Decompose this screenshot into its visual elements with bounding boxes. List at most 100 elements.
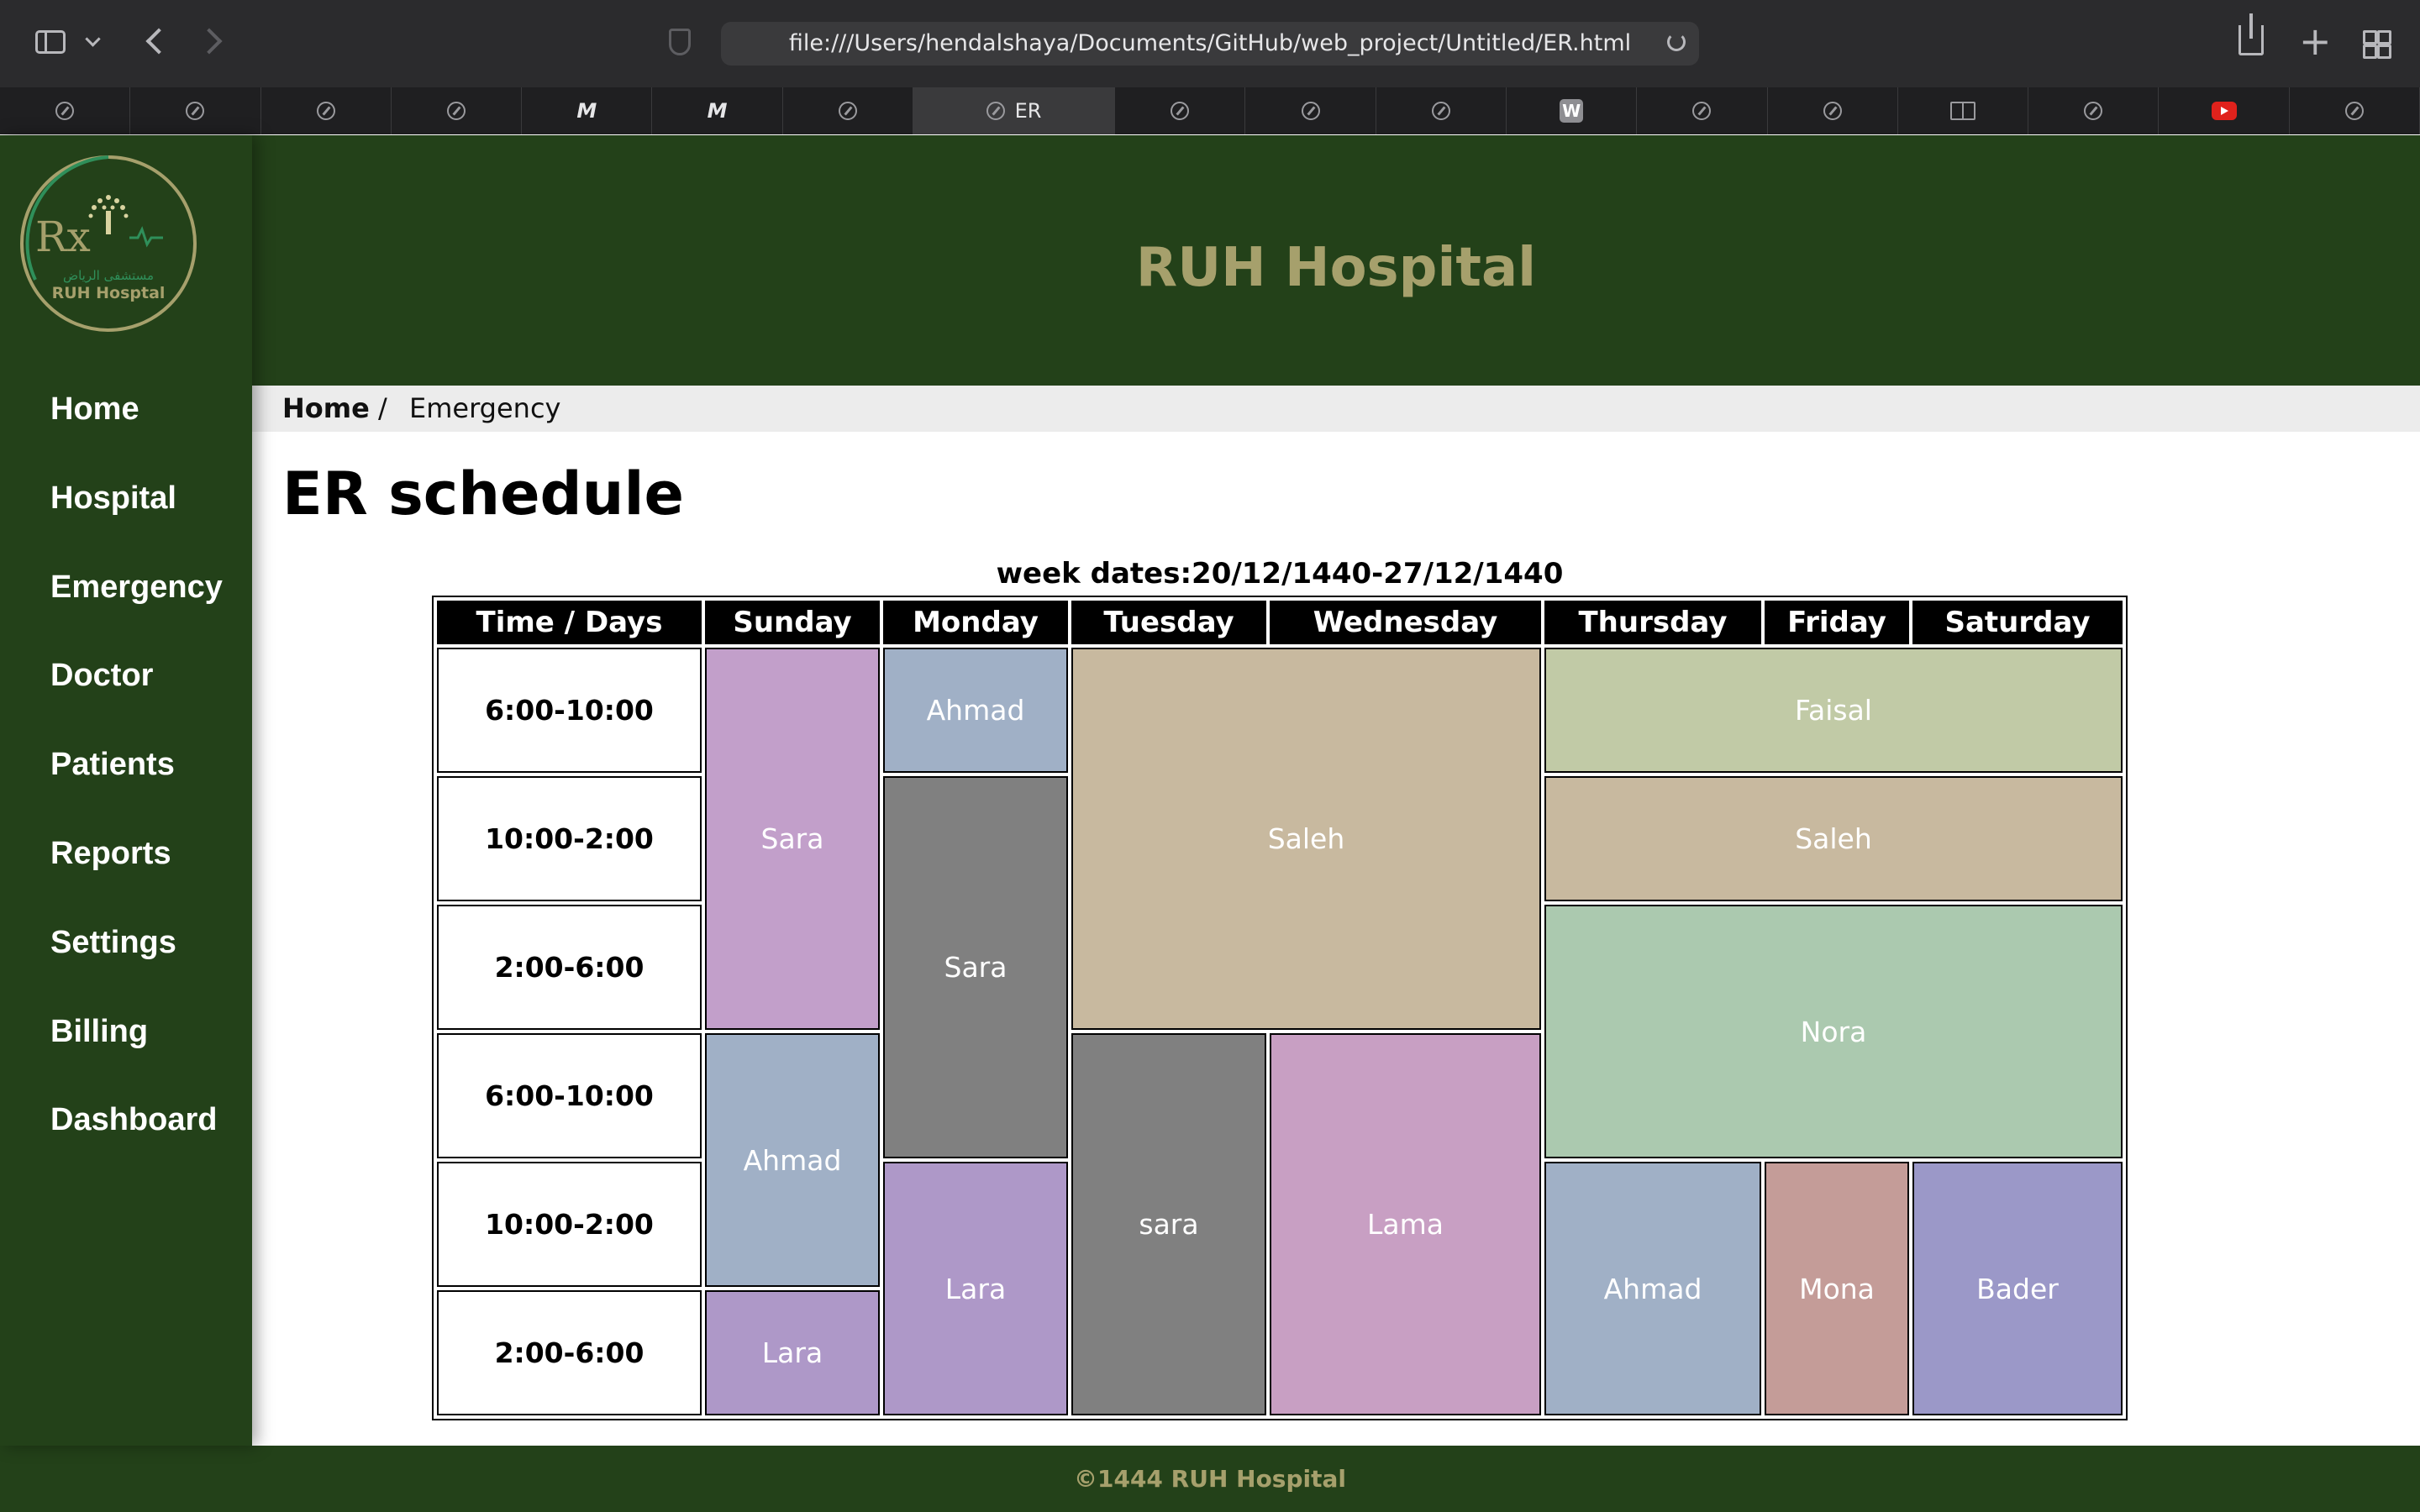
shift-cell: Sara bbox=[883, 776, 1068, 1158]
shift-cell: Nora bbox=[1544, 905, 2123, 1158]
browser-tab-active[interactable]: ER bbox=[913, 87, 1116, 134]
compass-icon bbox=[316, 102, 335, 120]
sidebar-item-settings[interactable]: Settings bbox=[50, 922, 176, 963]
page-footer: ©1444 RUH Hospital bbox=[0, 1446, 2420, 1512]
address-url[interactable]: file:///Users/hendalshaya/Documents/GitH… bbox=[789, 30, 1631, 56]
shift-cell: Lara bbox=[705, 1290, 880, 1415]
sidebar-item-dashboard[interactable]: Dashboard bbox=[50, 1100, 217, 1140]
logo-arabic-text: مستشفى الرياض bbox=[63, 268, 154, 283]
breadcrumb-current: Emergency bbox=[409, 392, 561, 424]
compass-icon bbox=[838, 102, 857, 120]
medium-icon: M bbox=[576, 99, 597, 123]
table-header-row: Time / Days Sunday Monday Tuesday Wednes… bbox=[437, 601, 2123, 644]
shift-cell: Bader bbox=[1912, 1162, 2123, 1415]
page-header: RUH Hospital bbox=[252, 135, 2420, 386]
shift-cell: Ahmad bbox=[705, 1033, 880, 1287]
compass-icon bbox=[446, 102, 466, 120]
sidebar-item-home[interactable]: Home bbox=[50, 389, 139, 429]
forward-arrow-icon[interactable] bbox=[196, 28, 223, 55]
compass-icon bbox=[55, 102, 75, 120]
sidebar: Rx مستشفى الرياض RUH Hosptal Home Hospit… bbox=[0, 135, 252, 1446]
shift-cell: Ahmad bbox=[1544, 1162, 1761, 1415]
w-icon: W bbox=[1560, 99, 1584, 123]
new-tab-plus-icon[interactable]: + bbox=[2299, 22, 2332, 60]
compass-icon bbox=[2084, 102, 2103, 120]
browser-tab[interactable] bbox=[392, 87, 523, 134]
youtube-icon bbox=[2211, 102, 2237, 120]
breadcrumb-home-link[interactable]: Home bbox=[282, 386, 370, 432]
compass-icon bbox=[1301, 102, 1320, 120]
chevron-down-icon[interactable] bbox=[85, 31, 101, 47]
browser-tab[interactable] bbox=[261, 87, 392, 134]
time-cell: 6:00-10:00 bbox=[437, 1033, 702, 1158]
logo-mark: Rx bbox=[35, 213, 91, 261]
browser-tab[interactable] bbox=[130, 87, 261, 134]
shift-cell: sara bbox=[1071, 1033, 1266, 1415]
sidebar-toggle-icon[interactable] bbox=[35, 30, 66, 54]
browser-tab[interactable]: W bbox=[1507, 87, 1638, 134]
footer-text: ©1444 RUH Hospital bbox=[1073, 1465, 1346, 1493]
shift-cell: Mona bbox=[1765, 1162, 1909, 1415]
compass-icon bbox=[186, 102, 205, 120]
logo-brand-text: RUH Hosptal bbox=[52, 284, 166, 302]
time-cell: 6:00-10:00 bbox=[437, 648, 702, 773]
time-cell: 2:00-6:00 bbox=[437, 1290, 702, 1415]
compass-icon bbox=[1823, 102, 1842, 120]
back-arrow-icon[interactable] bbox=[145, 28, 172, 55]
er-schedule-table: Time / Days Sunday Monday Tuesday Wednes… bbox=[432, 596, 2128, 1420]
book-icon bbox=[1949, 102, 1975, 120]
browser-toolbar: file:///Users/hendalshaya/Documents/GitH… bbox=[0, 0, 2420, 88]
shift-cell: Saleh bbox=[1071, 648, 1541, 1030]
browser-tab[interactable] bbox=[2290, 87, 2420, 134]
browser-tab[interactable] bbox=[783, 87, 913, 134]
column-header: Sunday bbox=[705, 601, 880, 644]
column-header: Time / Days bbox=[437, 601, 702, 644]
browser-tab[interactable] bbox=[1898, 87, 2029, 134]
reload-icon[interactable] bbox=[1667, 33, 1686, 51]
shift-cell: Lara bbox=[883, 1162, 1068, 1415]
time-cell: 10:00-2:00 bbox=[437, 776, 702, 901]
sidebar-item-doctor[interactable]: Doctor bbox=[50, 655, 153, 696]
time-cell: 10:00-2:00 bbox=[437, 1162, 702, 1287]
sidebar-item-patients[interactable]: Patients bbox=[50, 744, 175, 785]
tab-overview-icon[interactable] bbox=[2363, 30, 2391, 59]
sidebar-item-billing[interactable]: Billing bbox=[50, 1011, 148, 1052]
browser-tab[interactable] bbox=[1115, 87, 1246, 134]
column-header: Wednesday bbox=[1270, 601, 1541, 644]
compass-icon bbox=[2344, 102, 2364, 120]
browser-tab[interactable] bbox=[2159, 87, 2290, 134]
breadcrumb-separator: / bbox=[378, 392, 387, 424]
column-header: Thursday bbox=[1544, 601, 1761, 644]
table-row: 6:00-10:00 Sara Ahmad Saleh Faisal bbox=[437, 648, 2123, 1030]
browser-tab[interactable] bbox=[1245, 87, 1376, 134]
shift-cell: Ahmad bbox=[883, 648, 1068, 773]
time-cell: 2:00-6:00 bbox=[437, 905, 702, 1030]
compass-icon bbox=[1431, 102, 1450, 120]
browser-tab[interactable] bbox=[1768, 87, 1898, 134]
browser-tab[interactable]: M bbox=[522, 87, 653, 134]
browser-tab[interactable]: M bbox=[652, 87, 783, 134]
week-dates: week dates:20/12/1440-27/12/1440 bbox=[996, 557, 1564, 591]
browser-tab[interactable] bbox=[0, 87, 131, 134]
share-icon[interactable] bbox=[2238, 13, 2264, 55]
sidebar-item-emergency[interactable]: Emergency bbox=[50, 567, 223, 607]
shift-cell: Faisal bbox=[1544, 648, 2123, 773]
sidebar-item-hospital[interactable]: Hospital bbox=[50, 478, 176, 518]
site-title: RUH Hospital bbox=[1135, 237, 1537, 299]
column-header: Monday bbox=[883, 601, 1068, 644]
compass-icon bbox=[1692, 102, 1712, 120]
compass-icon bbox=[1171, 102, 1190, 120]
shift-cell: Saleh bbox=[1544, 776, 2123, 901]
browser-tab[interactable] bbox=[2028, 87, 2160, 134]
column-header: Tuesday bbox=[1071, 601, 1266, 644]
page-title: ER schedule bbox=[282, 459, 684, 528]
browser-tab[interactable] bbox=[1637, 87, 1768, 134]
sidebar-item-reports[interactable]: Reports bbox=[50, 833, 171, 874]
address-bar[interactable]: file:///Users/hendalshaya/Documents/GitH… bbox=[721, 22, 1699, 66]
medium-icon: M bbox=[707, 99, 728, 123]
browser-tab[interactable] bbox=[1376, 87, 1507, 134]
shift-cell: Lama bbox=[1270, 1033, 1541, 1415]
active-tab-label: ER bbox=[1014, 99, 1042, 123]
column-header: Saturday bbox=[1912, 601, 2123, 644]
privacy-shield-icon[interactable] bbox=[669, 29, 691, 55]
